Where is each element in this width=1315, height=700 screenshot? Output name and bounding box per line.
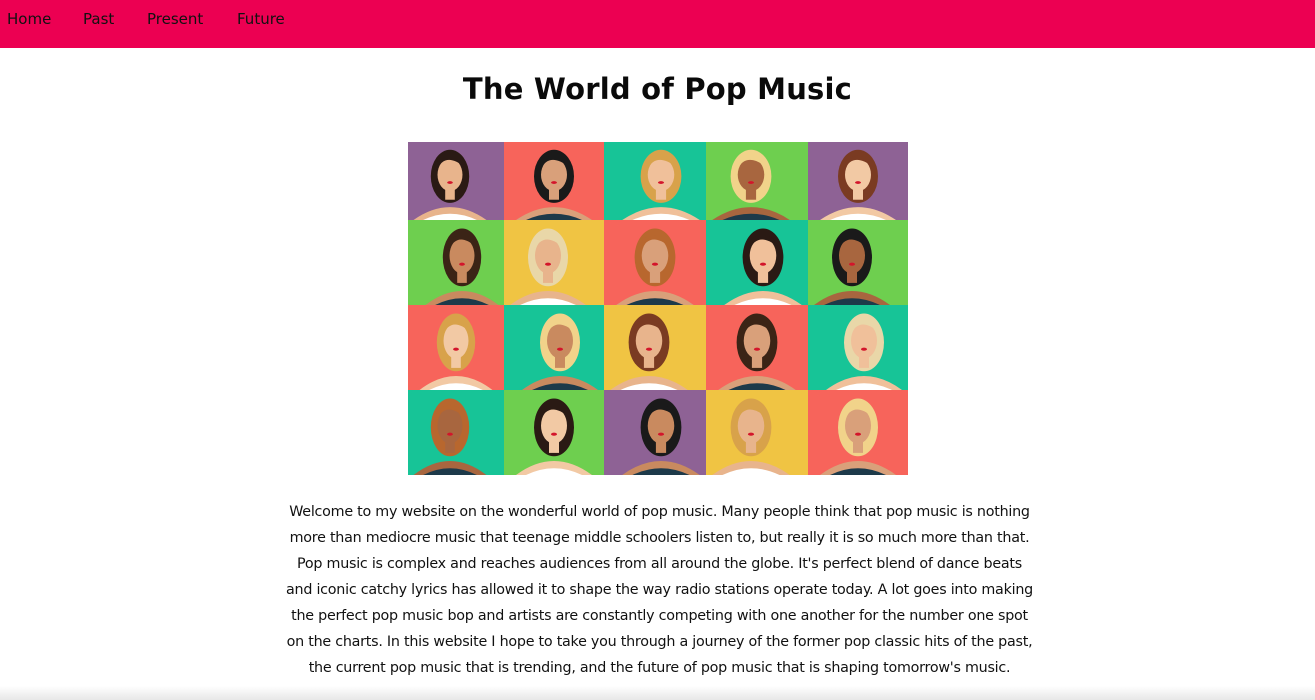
collage-tile	[808, 390, 908, 475]
scroll-fade	[0, 686, 1315, 700]
nav-future-link[interactable]: Future	[237, 10, 285, 28]
page-title: The World of Pop Music	[462, 72, 853, 106]
collage-tile	[604, 390, 706, 475]
collage-tile	[604, 305, 706, 390]
collage-tile	[808, 142, 908, 220]
collage-tile	[604, 142, 706, 220]
intro-paragraph: Welcome to my website on the wonderful w…	[286, 504, 1033, 676]
collage-tile	[604, 220, 706, 305]
collage-tile	[706, 305, 808, 390]
top-navbar: Home Past Present Future	[0, 0, 1315, 48]
collage-tile	[504, 390, 604, 475]
collage-tile	[808, 220, 908, 305]
collage-tile	[408, 305, 504, 390]
collage-tile	[808, 305, 908, 390]
collage-tile	[408, 142, 504, 220]
pop-artists-collage-image	[408, 142, 908, 475]
collage-tile	[706, 220, 808, 305]
collage-tile	[504, 220, 604, 305]
nav-present-link[interactable]: Present	[147, 10, 203, 28]
nav-home-link[interactable]: Home	[7, 10, 51, 28]
collage-tile	[408, 220, 504, 305]
collage-tile	[504, 142, 604, 220]
collage-tile	[504, 305, 604, 390]
nav-past-link[interactable]: Past	[83, 10, 114, 28]
collage-tile	[408, 390, 504, 475]
collage-tile	[706, 390, 808, 475]
collage-tile	[706, 142, 808, 220]
